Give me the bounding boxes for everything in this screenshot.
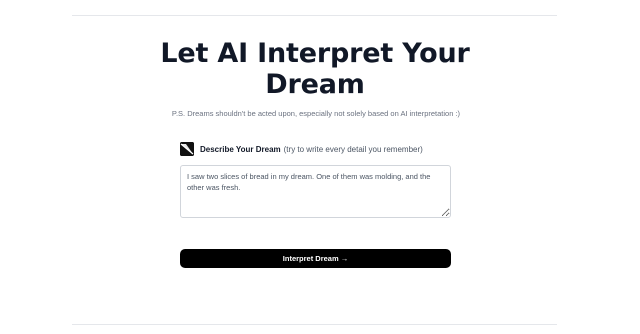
page-title-line-2: Dream	[265, 69, 365, 100]
dream-field-label-row: Describe Your Dream (try to write every …	[180, 141, 423, 157]
page: Let AI Interpret Your Dream P.S. Dreams …	[0, 0, 640, 334]
step-badge-icon	[180, 142, 194, 156]
page-title-line-1: Let AI Interpret Your	[160, 38, 470, 69]
dream-description-input[interactable]: I saw two slices of bread in my dream. O…	[180, 165, 451, 218]
bottom-divider	[72, 324, 557, 325]
interpret-dream-button[interactable]: Interpret Dream →	[180, 249, 451, 268]
top-divider	[72, 15, 557, 16]
dream-field-label: Describe Your Dream	[200, 144, 281, 154]
dream-field-hint: (try to write every detail you remember)	[283, 144, 423, 154]
disclaimer-text: P.S. Dreams shouldn't be acted upon, esp…	[171, 109, 461, 118]
page-title: Let AI Interpret Your Dream	[0, 38, 630, 100]
